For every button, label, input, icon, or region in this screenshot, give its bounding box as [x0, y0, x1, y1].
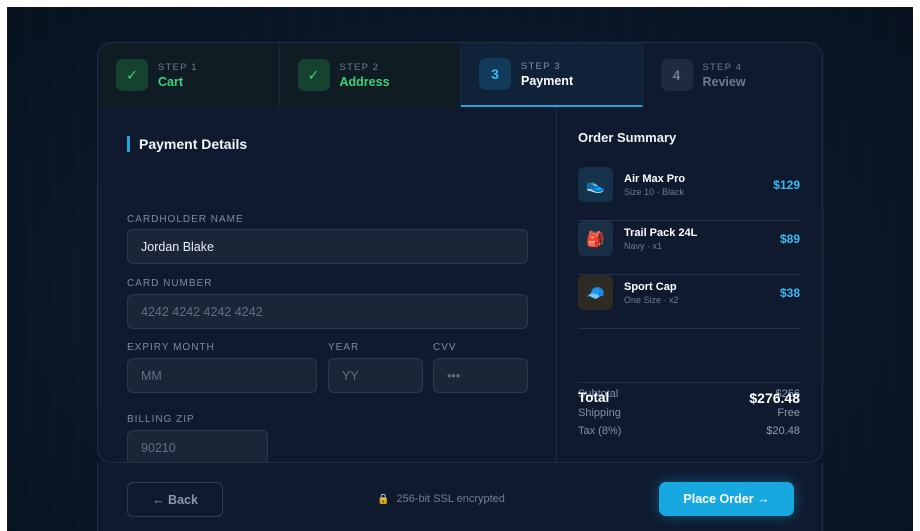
step-label: Review [702, 74, 746, 89]
step-label: Address [339, 74, 390, 89]
item-price: $129 [773, 178, 800, 192]
item-price: $89 [779, 232, 800, 246]
lock-icon: 🔒 [377, 493, 390, 505]
order-item: 🧢 Sport Cap One Size · x2 $38 [578, 275, 800, 329]
back-button[interactable]: ← Back [127, 482, 223, 517]
step-badge: 4 [660, 59, 693, 91]
cardholder-label: CARDHOLDER NAME [127, 214, 244, 225]
order-summary: Order Summary 👟 Air Max Pro Size 10 · Bl… [557, 107, 822, 462]
checkout-footer: ← Back 🔒 256-bit SSL encrypted Place Ord… [97, 463, 823, 531]
step-review[interactable]: 4 STEP 4 Review [642, 43, 822, 107]
cvv-input[interactable] [433, 358, 528, 393]
step-label: Cart [158, 74, 184, 89]
checkout-card: ✓ STEP 1 Cart ✓ STEP 2 Address 3 STEP 3 … [97, 42, 823, 463]
check-icon: ✓ [297, 59, 330, 91]
check-icon: ✓ [116, 59, 148, 91]
subtotal-value: $256 [775, 388, 800, 400]
billing-zip-input[interactable] [127, 430, 268, 462]
place-order-button[interactable]: Place Order → [659, 482, 794, 516]
item-name: Air Max Pro [624, 173, 686, 185]
cardholder-input[interactable] [127, 229, 528, 264]
billing-zip-label: BILLING ZIP [127, 414, 195, 425]
sneaker-icon: 👟 [578, 167, 613, 202]
step-label: Payment [521, 73, 574, 88]
item-meta: Size 10 · Black [624, 187, 685, 197]
year-label: YEAR [328, 342, 360, 353]
expiry-month-label: EXPIRY MONTH [127, 342, 215, 353]
tax-label: Tax (8%) [578, 425, 622, 437]
backpack-icon: 🎒 [578, 221, 613, 256]
step-badge: 3 [479, 58, 511, 90]
card-number-label: CARD NUMBER [127, 278, 213, 289]
tax-value: $20.48 [766, 425, 800, 437]
step-address[interactable]: ✓ STEP 2 Address [279, 43, 461, 107]
order-item: 🎒 Trail Pack 24L Navy · x1 $89 [578, 221, 800, 275]
ssl-text: 256-bit SSL encrypted [396, 493, 505, 505]
step-number: STEP 1 [158, 61, 198, 73]
card-number-input[interactable] [127, 294, 528, 329]
year-input[interactable] [328, 358, 423, 393]
item-name: Sport Cap [624, 281, 677, 293]
summary-title: Order Summary [578, 130, 677, 145]
step-cart[interactable]: ✓ STEP 1 Cart [98, 43, 280, 107]
step-number: STEP 2 [339, 61, 380, 73]
shipping-row: Shipping Free [578, 407, 800, 419]
subtotal-row: Subtotal $256 [578, 388, 800, 400]
checkout-stepper: ✓ STEP 1 Cart ✓ STEP 2 Address 3 STEP 3 … [98, 43, 822, 107]
subtotal-label: Subtotal [578, 388, 619, 400]
order-item: 👟 Air Max Pro Size 10 · Black $129 [578, 167, 800, 221]
item-meta: One Size · x2 [624, 295, 679, 305]
form-title: Payment Details [127, 136, 247, 152]
item-price: $38 [779, 286, 800, 300]
page-background: ✓ STEP 1 Cart ✓ STEP 2 Address 3 STEP 3 … [7, 7, 913, 531]
step-number: STEP 4 [702, 61, 743, 73]
item-meta: Navy · x1 [624, 241, 663, 251]
step-number: STEP 3 [521, 60, 561, 72]
shipping-label: Shipping [578, 407, 621, 419]
item-name: Trail Pack 24L [624, 227, 698, 239]
expiry-month-input[interactable] [127, 358, 317, 393]
cvv-label: CVV [433, 342, 457, 353]
payment-form: Payment Details CARDHOLDER NAME CARD NUM… [98, 107, 556, 462]
shipping-value: Free [777, 407, 800, 419]
step-payment[interactable]: 3 STEP 3 Payment [461, 43, 643, 107]
tax-row: Tax (8%) $20.48 [578, 425, 800, 437]
ssl-notice: 🔒 256-bit SSL encrypted [377, 493, 505, 505]
cap-icon: 🧢 [578, 275, 613, 310]
